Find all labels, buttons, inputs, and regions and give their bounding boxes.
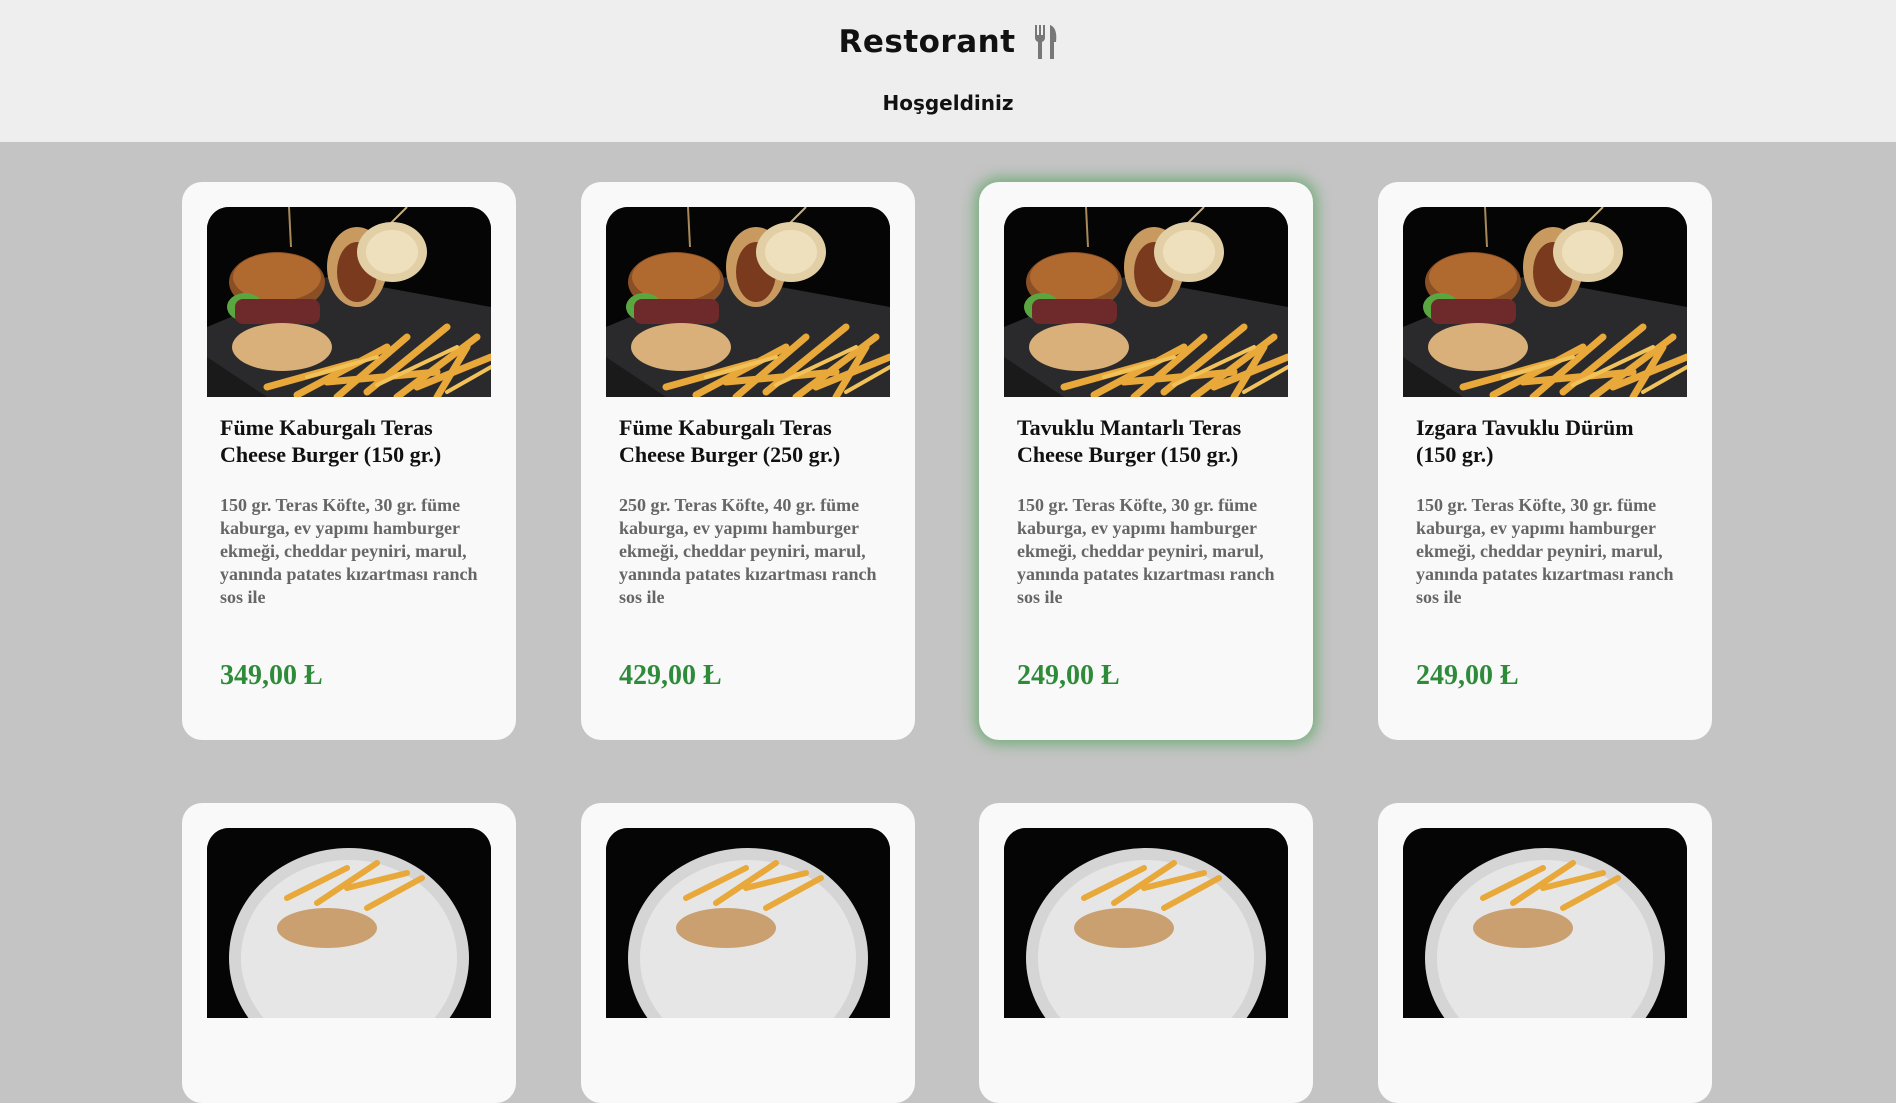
burger-fries-photo — [1403, 207, 1687, 397]
menu-card[interactable]: Füme Kaburgalı Teras Cheese Burger (150 … — [182, 182, 516, 740]
menu-item-price: 249,00 Ł — [1017, 660, 1120, 691]
burger-fries-photo — [207, 207, 491, 397]
menu-item-name: Tavuklu Mantarlı Teras Cheese Burger (15… — [1017, 415, 1242, 467]
menu-item-name: Füme Kaburgalı Teras Cheese Burger (250 … — [619, 415, 841, 467]
menu-card[interactable] — [1378, 803, 1712, 1103]
menu-item-description: 150 gr. Teras Köfte, 30 gr. füme kaburga… — [1416, 495, 1674, 607]
menu-item-price: 349,00 Ł — [220, 660, 323, 691]
plate-fries-photo — [207, 828, 491, 1018]
menu-card[interactable] — [979, 803, 1313, 1103]
site-header: Restorant Hoşgeldiniz — [0, 0, 1896, 142]
menu-card[interactable] — [182, 803, 516, 1103]
menu-card[interactable]: Füme Kaburgalı Teras Cheese Burger (250 … — [581, 182, 915, 740]
menu-item-name: Izgara Tavuklu Dürüm (150 gr.) — [1416, 415, 1634, 467]
plate-fries-photo — [1403, 828, 1687, 1018]
plate-fries-photo — [1004, 828, 1288, 1018]
fork-knife-icon — [1034, 25, 1058, 59]
welcome-text: Hoşgeldiniz — [882, 91, 1014, 115]
site-title: Restorant — [0, 24, 1896, 60]
menu-card-hovered[interactable]: Tavuklu Mantarlı Teras Cheese Burger (15… — [979, 182, 1313, 740]
menu-item-description: 150 gr. Teras Köfte, 30 gr. füme kaburga… — [1017, 495, 1275, 607]
plate-fries-photo — [606, 828, 890, 1018]
menu-item-name: Füme Kaburgalı Teras Cheese Burger (150 … — [220, 415, 442, 467]
menu-item-description: 250 gr. Teras Köfte, 40 gr. füme kaburga… — [619, 495, 877, 607]
menu-card[interactable]: Izgara Tavuklu Dürüm (150 gr.) 150 gr. T… — [1378, 182, 1712, 740]
burger-fries-photo — [606, 207, 890, 397]
menu-item-description: 150 gr. Teras Köfte, 30 gr. füme kaburga… — [220, 495, 478, 607]
burger-fries-photo — [1004, 207, 1288, 397]
menu-item-price: 429,00 Ł — [619, 660, 722, 691]
menu-card[interactable] — [581, 803, 915, 1103]
site-title-text: Restorant — [838, 24, 1016, 60]
menu-item-price: 249,00 Ł — [1416, 660, 1519, 691]
